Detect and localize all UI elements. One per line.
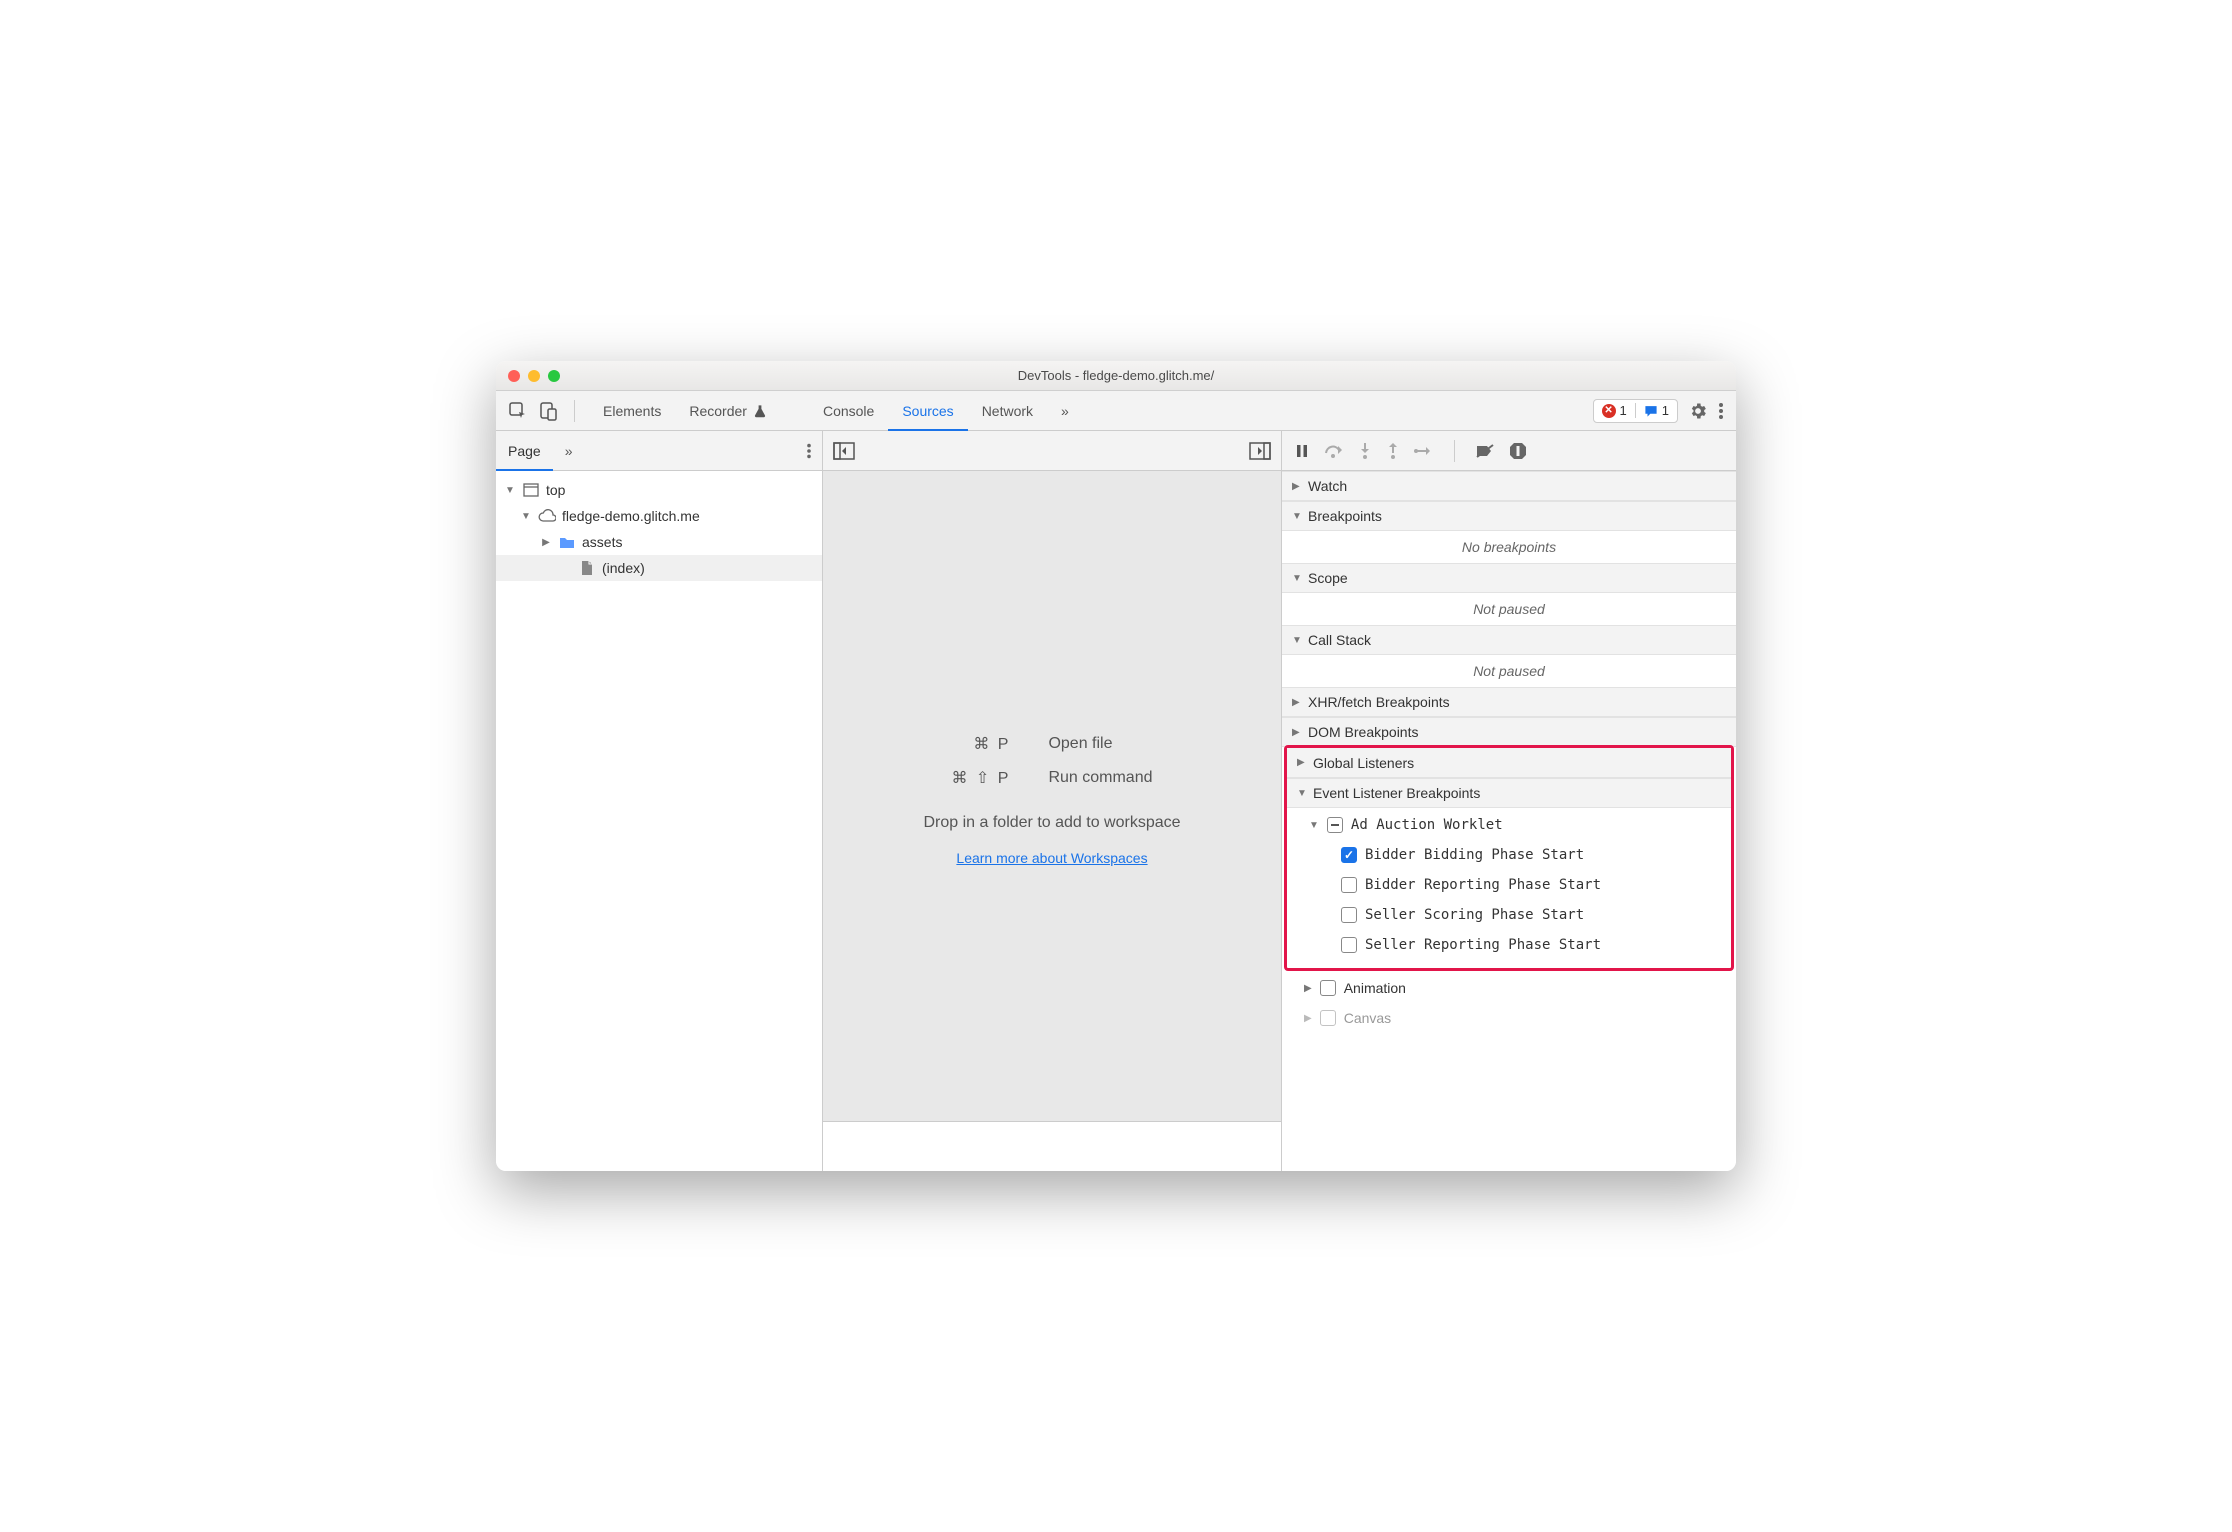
elb-event-bidder-bidding[interactable]: Bidder Bidding Phase Start	[1297, 840, 1731, 870]
scope-not-paused: Not paused	[1282, 593, 1736, 625]
tab-sources[interactable]: Sources	[888, 391, 967, 430]
section-global-listeners[interactable]: ▶Global Listeners	[1287, 748, 1731, 778]
content-area: ▼ top ▼ fledge-demo.glitch.me ▶	[496, 471, 1736, 1171]
panel-tabs: Elements Recorder Console Sources Networ…	[589, 391, 1593, 430]
sub-toolbar: Page »	[496, 431, 1736, 471]
tree-domain[interactable]: ▼ fledge-demo.glitch.me	[496, 503, 822, 529]
tree-top[interactable]: ▼ top	[496, 477, 822, 503]
section-watch[interactable]: ▶Watch	[1282, 471, 1736, 501]
step-over-icon[interactable]	[1324, 443, 1344, 459]
elb-event-seller-scoring[interactable]: Seller Scoring Phase Start	[1297, 900, 1731, 930]
section-dom-breakpoints[interactable]: ▶DOM Breakpoints	[1282, 717, 1736, 747]
tab-network[interactable]: Network	[968, 391, 1047, 430]
elb-event-seller-reporting[interactable]: Seller Reporting Phase Start	[1297, 930, 1731, 960]
navigator-sidebar: ▼ top ▼ fledge-demo.glitch.me ▶	[496, 471, 823, 1171]
workspaces-link[interactable]: Learn more about Workspaces	[956, 850, 1147, 866]
folder-icon	[558, 533, 576, 551]
workspace-hint: Drop in a folder to add to workspace	[923, 814, 1180, 832]
settings-icon[interactable]	[1688, 401, 1708, 421]
message-icon	[1644, 404, 1658, 418]
main-toolbar: Elements Recorder Console Sources Networ…	[496, 391, 1736, 431]
section-breakpoints[interactable]: ▼Breakpoints	[1282, 501, 1736, 531]
flask-icon	[753, 404, 767, 418]
error-icon: ✕	[1602, 404, 1616, 418]
checkbox-icon[interactable]	[1320, 1010, 1336, 1026]
no-breakpoints: No breakpoints	[1282, 531, 1736, 563]
elb-event-bidder-reporting[interactable]: Bidder Reporting Phase Start	[1297, 870, 1731, 900]
section-xhr-breakpoints[interactable]: ▶XHR/fetch Breakpoints	[1282, 687, 1736, 717]
section-callstack[interactable]: ▼Call Stack	[1282, 625, 1736, 655]
cloud-icon	[538, 507, 556, 525]
titlebar: DevTools - fledge-demo.glitch.me/	[496, 361, 1736, 391]
pause-on-exception-icon[interactable]	[1509, 442, 1527, 460]
checkbox-icon[interactable]	[1320, 980, 1336, 996]
checkbox-icon[interactable]	[1341, 907, 1357, 923]
tree-file-index[interactable]: (index)	[496, 555, 822, 581]
kebab-menu-icon[interactable]	[1718, 401, 1724, 421]
elb-category-canvas[interactable]: ▶ Canvas	[1292, 1003, 1736, 1033]
show-navigator-icon[interactable]	[833, 442, 855, 460]
errors-badge[interactable]: ✕ 1	[1594, 403, 1635, 418]
tab-recorder[interactable]: Recorder	[675, 391, 781, 430]
elb-category-ad-auction-worklet[interactable]: ▼ Ad Auction Worklet	[1297, 810, 1731, 840]
checkbox-checked-icon[interactable]	[1341, 847, 1357, 863]
editor-area: ⌘ P Open file ⌘ ⇧ P Run command Drop in …	[823, 471, 1282, 1171]
more-navigator-tabs-icon[interactable]: »	[553, 431, 585, 470]
section-scope[interactable]: ▼Scope	[1282, 563, 1736, 593]
step-icon[interactable]	[1414, 444, 1434, 458]
inspect-element-icon[interactable]	[508, 401, 528, 421]
messages-badge[interactable]: 1	[1635, 403, 1677, 418]
navigator-kebab-icon[interactable]	[796, 431, 822, 470]
run-command-hint: ⌘ ⇧ P Run command	[933, 762, 1170, 794]
status-badges[interactable]: ✕ 1 1	[1593, 399, 1678, 423]
callstack-not-paused: Not paused	[1282, 655, 1736, 687]
open-file-hint: ⌘ P Open file	[933, 728, 1170, 760]
show-debugger-icon[interactable]	[1249, 442, 1271, 460]
file-icon	[578, 559, 596, 577]
elb-category-animation[interactable]: ▶ Animation	[1292, 973, 1736, 1003]
debugger-pane: ▶Watch ▼Breakpoints No breakpoints ▼Scop…	[1282, 471, 1736, 1171]
section-event-listener-breakpoints[interactable]: ▼Event Listener Breakpoints	[1287, 778, 1731, 808]
checkbox-icon[interactable]	[1341, 877, 1357, 893]
device-toggle-icon[interactable]	[538, 401, 558, 421]
checkbox-icon[interactable]	[1341, 937, 1357, 953]
tab-console[interactable]: Console	[809, 391, 888, 430]
tab-elements[interactable]: Elements	[589, 391, 675, 430]
deactivate-breakpoints-icon[interactable]	[1475, 443, 1495, 459]
more-tabs-icon[interactable]: »	[1047, 391, 1083, 430]
tree-folder-assets[interactable]: ▶ assets	[496, 529, 822, 555]
pause-icon[interactable]	[1294, 443, 1310, 459]
highlight-event-listener-breakpoints: ▶Global Listeners ▼Event Listener Breakp…	[1284, 745, 1734, 971]
editor-footer	[823, 1121, 1281, 1171]
step-out-icon[interactable]	[1386, 442, 1400, 460]
frame-icon	[522, 481, 540, 499]
devtools-window: DevTools - fledge-demo.glitch.me/ Elemen…	[496, 361, 1736, 1171]
window-title: DevTools - fledge-demo.glitch.me/	[496, 368, 1736, 383]
step-into-icon[interactable]	[1358, 442, 1372, 460]
checkbox-indeterminate-icon[interactable]	[1327, 817, 1343, 833]
page-tab[interactable]: Page	[496, 431, 553, 470]
